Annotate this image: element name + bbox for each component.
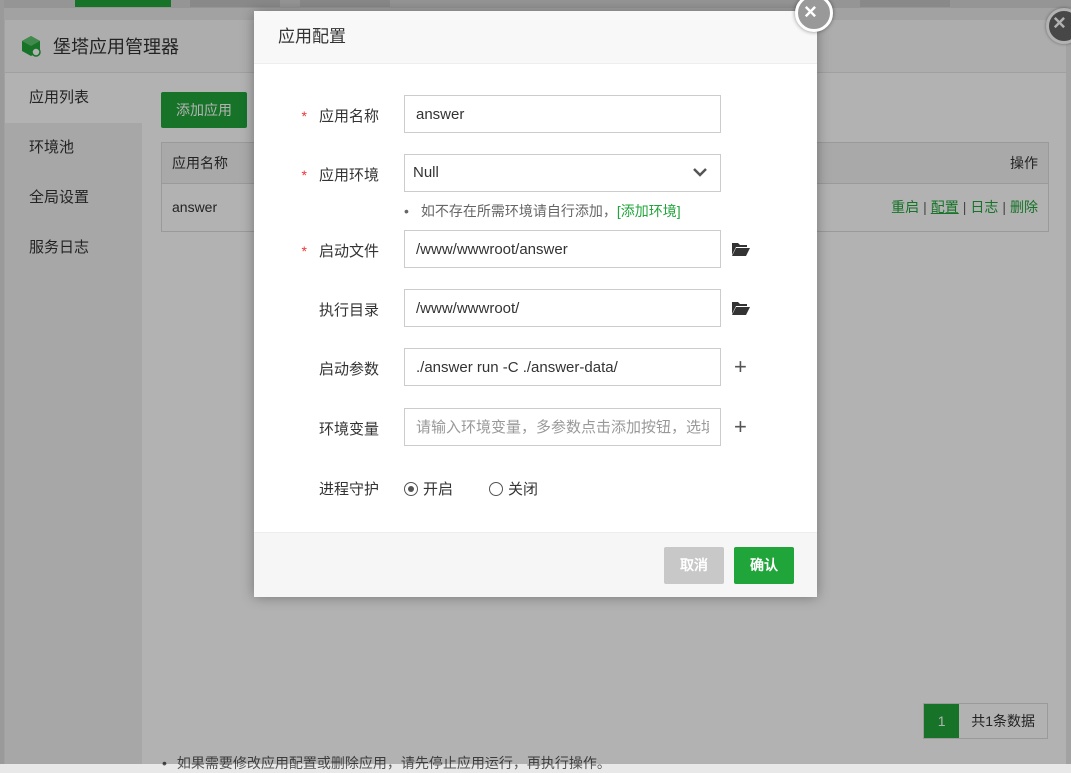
radio-unchecked-icon bbox=[489, 481, 503, 496]
env-select[interactable]: Null bbox=[404, 154, 721, 192]
label-process-guard: 进程守护 bbox=[318, 481, 379, 498]
chevron-down-icon bbox=[692, 155, 708, 203]
exec-dir-input[interactable] bbox=[404, 289, 721, 327]
env-vars-input[interactable] bbox=[404, 408, 721, 446]
confirm-button[interactable]: 确认 bbox=[734, 547, 794, 584]
app-name-input[interactable] bbox=[404, 95, 721, 133]
env-hint: • 如不存在所需环境请自行添加，[添加环境] bbox=[404, 203, 681, 219]
add-env-link[interactable]: [添加环境] bbox=[617, 203, 681, 219]
env-selected-value: Null bbox=[413, 164, 439, 181]
label-start-file: 启动文件 bbox=[318, 243, 379, 260]
plus-icon[interactable]: + bbox=[734, 416, 747, 438]
guard-on-radio[interactable]: 开启 bbox=[404, 478, 453, 499]
radio-checked-icon bbox=[404, 481, 418, 496]
dialog-title: 应用配置 bbox=[254, 11, 817, 64]
label-env-vars: 环境变量 bbox=[318, 421, 379, 438]
folder-open-icon[interactable] bbox=[731, 300, 751, 319]
plus-icon[interactable]: + bbox=[734, 356, 747, 378]
cancel-button[interactable]: 取消 bbox=[664, 547, 724, 584]
label-app-name: 应用名称 bbox=[318, 108, 379, 125]
folder-open-icon[interactable] bbox=[731, 241, 751, 260]
app-config-dialog: 应用配置 × *应用名称 *应用环境 Null •如不存在所需环境请自行添加，[… bbox=[254, 0, 833, 597]
start-args-input[interactable] bbox=[404, 348, 721, 386]
label-exec-dir: 执行目录 bbox=[318, 302, 379, 319]
dialog-footer: 取消 确认 bbox=[254, 532, 817, 597]
start-file-input[interactable] bbox=[404, 230, 721, 268]
label-start-args: 启动参数 bbox=[318, 361, 379, 378]
label-env: 应用环境 bbox=[318, 167, 379, 184]
guard-off-radio[interactable]: 关闭 bbox=[489, 478, 538, 499]
